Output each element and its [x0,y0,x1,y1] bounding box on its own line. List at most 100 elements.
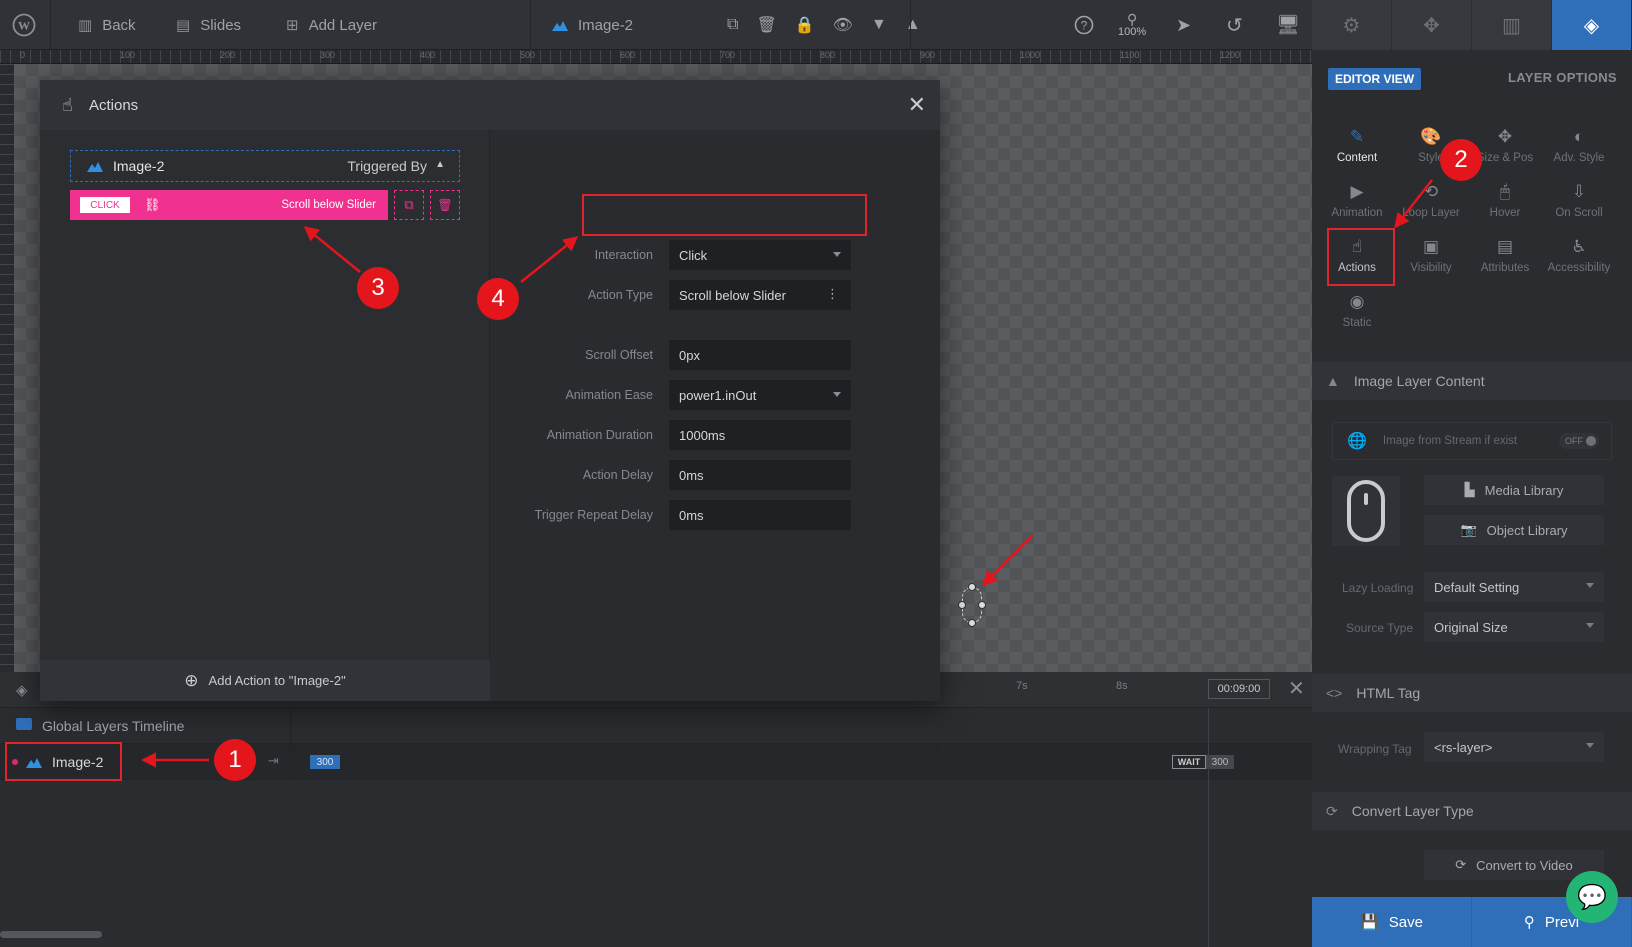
lazy-loading-select[interactable]: Default Setting [1424,572,1604,602]
save-button[interactable]: 💾 Save [1312,897,1472,947]
add-action-button[interactable]: ⊕ Add Action to "Image-2" [40,660,490,701]
device-button[interactable]: 🖥 [1276,0,1300,50]
trash-icon: 🗑 [437,198,453,212]
image-preview[interactable] [1332,476,1400,546]
help-button[interactable]: ? [1074,0,1094,50]
section-convert-layer-type[interactable]: ⟳ Convert Layer Type [1312,792,1632,830]
source-type-select[interactable]: Original Size [1424,612,1604,642]
media-icon: ▙ [1464,482,1475,497]
tab-slider-settings[interactable]: ⚙ [1312,0,1392,50]
wordpress-logo-button[interactable]: W [12,0,36,50]
timeline-time[interactable]: 00:09:00 [1208,679,1270,699]
globe-icon: 🌐 [1347,433,1367,450]
image-layer-icon [552,21,568,31]
section-image-layer-content[interactable]: ▲ Image Layer Content [1312,362,1632,400]
option-hover[interactable]: 🖱 Hover [1468,181,1542,231]
add-layer-button[interactable]: ⊞ Add Layer [286,0,377,50]
action-delay-input[interactable]: 0ms [669,460,851,490]
scroll-icon: ⇩ [1571,182,1587,201]
actions-modal: ☝ Actions ✕ Image-2 Triggered By ▲ CLICK… [40,80,940,701]
trigger-repeat-delay-input[interactable]: 0ms [669,500,851,530]
layers-icon: ◈ [1583,14,1600,37]
columns-icon: ▥ [78,17,93,34]
wrapping-tag-select[interactable]: <rs-layer> [1424,732,1604,762]
navigation-icon: ✥ [1423,14,1440,37]
caret-up-icon[interactable]: ▲ [905,16,921,34]
close-timeline-icon[interactable]: ✕ [1288,676,1305,701]
duplicate-icon[interactable]: ⧉ [727,16,738,34]
option-content[interactable]: ✎ Content [1320,126,1394,176]
resize-handle[interactable] [968,583,976,591]
delete-action-button[interactable]: 🗑 [430,190,460,220]
eye-icon[interactable]: 👁 [833,15,853,35]
code-icon: <> [1326,685,1343,701]
duplicate-action-button[interactable]: ⧉ [394,190,424,220]
current-layer-label[interactable]: Image-2 [552,0,633,50]
caret-down-icon[interactable]: ▼ [871,16,887,34]
resize-handle[interactable] [968,619,976,627]
option-animation[interactable]: ▶ Animation [1320,181,1394,231]
contrast-icon: ◐ [1573,127,1585,146]
layer-end-marker[interactable]: 300 [1206,755,1234,769]
tab-slide-settings[interactable]: ▥ [1472,0,1552,50]
editor-view-button[interactable]: EDITOR VIEW [1328,68,1422,90]
option-loop-layer[interactable]: ⟲ Loop Layer [1394,181,1468,231]
back-button[interactable]: ▥ Back [78,0,136,50]
scroll-offset-input[interactable]: 0px [669,340,851,370]
modal-header: ☝ Actions ✕ [40,80,940,130]
close-icon[interactable]: ✕ [908,92,926,118]
jump-to-end-icon[interactable]: ⇥ [268,753,279,769]
option-on-scroll[interactable]: ⇩ On Scroll [1542,181,1616,231]
stream-toggle[interactable]: OFF [1559,433,1599,449]
annotation-badge-1: 1 [214,739,256,781]
option-accessibility[interactable]: ♿ Accessibility [1542,236,1616,286]
visibility-icon: ▣ [1422,237,1440,256]
media-library-button[interactable]: ▙ Media Library [1424,475,1604,505]
document-icon: ▤ [1496,237,1514,256]
wait-marker[interactable]: WAIT [1172,755,1206,769]
action-type-select[interactable]: Scroll below Slider ⋮ [669,280,851,310]
lock-icon[interactable]: 🔒 [795,15,815,35]
action-trigger-tag: CLICK [80,197,130,213]
global-layers-row[interactable]: Global Layers Timeline [0,708,1312,744]
image-layer-icon [87,161,103,172]
zoom-button[interactable]: ⚲ 100% [1118,0,1146,50]
play-icon: ▶ [1350,182,1364,201]
option-attributes[interactable]: ▤ Attributes [1468,236,1542,286]
stream-option: 🌐 Image from Stream if exist OFF [1332,422,1612,460]
selected-image-layer[interactable] [958,583,986,627]
cursor-icon: ➤ [1176,14,1192,35]
tab-layer-settings[interactable]: ◈ [1552,0,1632,50]
animation-duration-input[interactable]: 1000ms [669,420,851,450]
layer-trigger-header[interactable]: Image-2 Triggered By ▲ [70,150,460,182]
section-html-tag[interactable]: <> HTML Tag [1312,674,1632,712]
desktop-icon: 🖥 [1276,15,1301,36]
image-icon [16,718,32,730]
layers-icon[interactable]: ◈ [16,681,28,699]
link-icon: ⛓ [144,197,161,212]
gear-icon: ⚙ [1342,14,1361,37]
interaction-select[interactable]: Click [669,240,851,270]
action-item[interactable]: CLICK ⛓ Scroll below Slider [70,190,388,220]
option-adv-style[interactable]: ◐ Adv. Style [1542,126,1616,176]
trash-icon[interactable]: 🗑 [756,15,776,35]
resize-handle[interactable] [978,601,986,609]
undo-button[interactable]: ↺ [1226,0,1243,50]
resize-handle[interactable] [958,601,966,609]
chat-bubble-button[interactable]: 💬 [1566,871,1618,923]
mouse-icon: 🖱 [1499,182,1511,201]
option-visibility[interactable]: ▣ Visibility [1394,236,1468,286]
loop-icon: ⟲ [1423,182,1439,201]
horizontal-scrollbar[interactable] [0,931,102,938]
hand-pointer-icon: ☝ [62,94,73,115]
layer-row-image-2[interactable]: Image-2 ⇥ 300 WAIT 300 [0,744,1312,780]
object-library-button[interactable]: 📷 Object Library [1424,515,1604,545]
pointer-button[interactable]: ➤ [1176,0,1191,50]
layer-start-marker[interactable]: 300 [310,755,340,769]
tab-navigation[interactable]: ✥ [1392,0,1472,50]
slides-button[interactable]: ▤ Slides [176,0,241,50]
mouse-image-icon [1347,480,1385,542]
animation-ease-select[interactable]: power1.inOut [669,380,851,410]
convert-icon: ⟳ [1455,857,1467,872]
option-static[interactable]: ◉ Static [1320,291,1394,341]
